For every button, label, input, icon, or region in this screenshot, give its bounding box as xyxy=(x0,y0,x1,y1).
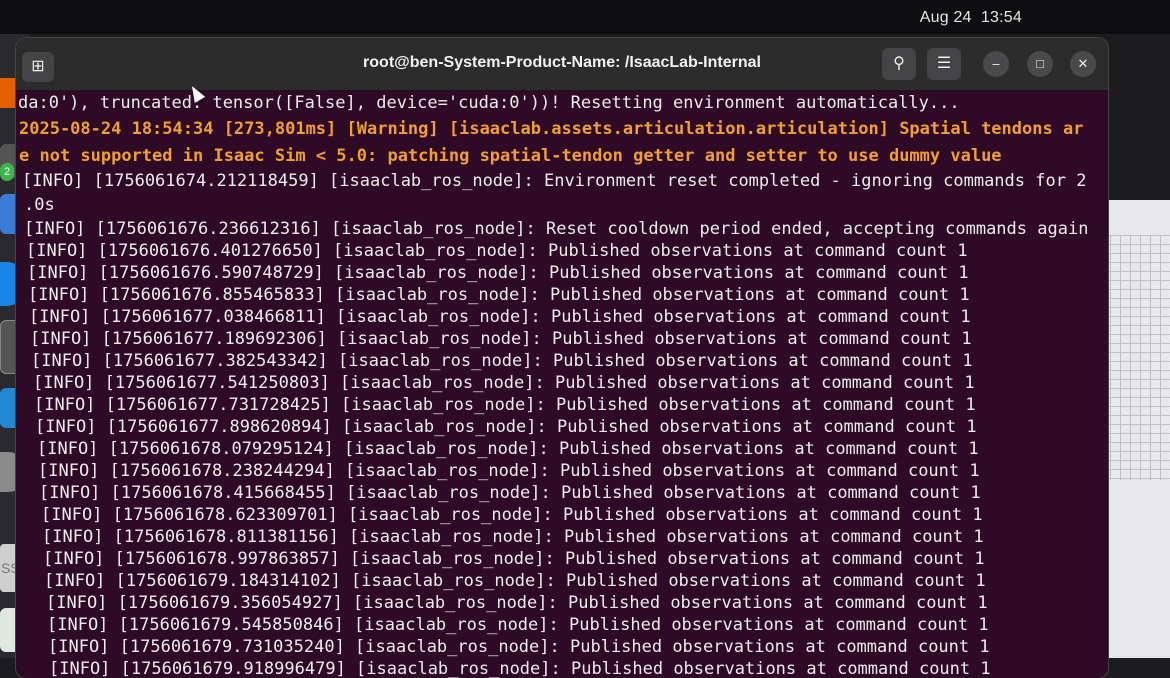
terminal-line: [INFO] [1756061677.541250803] [isaaclab_… xyxy=(33,373,975,393)
terminal-line: 2025-08-24 18:54:34 [273,801ms] [Warning… xyxy=(19,119,1084,139)
close-icon: ✕ xyxy=(1077,56,1089,71)
terminal-line: .0s xyxy=(24,195,55,215)
terminal-line: [INFO] [1756061679.731035240] [isaaclab_… xyxy=(48,637,990,657)
top-bar: Aug 24 13:54 xyxy=(0,0,1170,34)
terminal-line: [INFO] [1756061677.189692306] [isaaclab_… xyxy=(30,329,972,349)
minimize-button[interactable]: – xyxy=(983,51,1009,77)
terminal-output[interactable]: da:0'), truncated: tensor([False], devic… xyxy=(16,90,1108,678)
terminal-line: [INFO] [1756061677.382543342] [isaaclab_… xyxy=(31,351,973,371)
terminal-line: [INFO] [1756061674.212118459] [isaaclab_… xyxy=(22,171,1087,191)
terminal-line: [INFO] [1756061676.590748729] [isaaclab_… xyxy=(27,263,969,283)
terminal-line: [INFO] [1756061679.918996479] [isaaclab_… xyxy=(49,659,991,678)
terminal-window: ⊞ root@ben-System-Product-Name: /IsaacLa… xyxy=(16,38,1108,678)
terminal-line: e not supported in Isaac Sim < 5.0: patc… xyxy=(19,146,1002,166)
terminal-line: [INFO] [1756061678.238244294] [isaaclab_… xyxy=(38,461,980,481)
terminal-line: [INFO] [1756061678.415668455] [isaaclab_… xyxy=(39,483,981,503)
notification-badge: 2 xyxy=(0,163,14,181)
terminal-line: [INFO] [1756061679.184314102] [isaaclab_… xyxy=(44,571,986,591)
clock-time: 13:54 xyxy=(980,9,1022,26)
terminal-line: da:0'), truncated: tensor([False], devic… xyxy=(18,93,960,113)
maximize-button[interactable]: □ xyxy=(1027,51,1053,77)
hamburger-menu-icon: ☰ xyxy=(936,55,952,72)
terminal-line: [INFO] [1756061676.401276650] [isaaclab_… xyxy=(26,241,968,261)
clock-date: Aug 24 xyxy=(919,9,972,26)
terminal-line: [INFO] [1756061679.545850846] [isaaclab_… xyxy=(47,615,989,635)
search-button[interactable]: ⚲ xyxy=(882,48,916,80)
terminal-line: [INFO] [1756061677.731728425] [isaaclab_… xyxy=(34,395,976,415)
terminal-line: [INFO] [1756061678.997863857] [isaaclab_… xyxy=(43,549,985,569)
terminal-line: [INFO] [1756061677.898620894] [isaaclab_… xyxy=(35,417,977,437)
clock[interactable]: Aug 24 13:54 xyxy=(920,9,1022,27)
minimize-icon: – xyxy=(992,56,1000,71)
terminal-line: [INFO] [1756061679.356054927] [isaaclab_… xyxy=(46,593,988,613)
terminal-line: [INFO] [1756061676.855465833] [isaaclab_… xyxy=(28,285,970,305)
title-bar[interactable]: ⊞ root@ben-System-Product-Name: /IsaacLa… xyxy=(16,38,1108,90)
close-button[interactable]: ✕ xyxy=(1070,51,1096,77)
menu-button[interactable]: ☰ xyxy=(927,48,961,80)
terminal-line: [INFO] [1756061676.236612316] [isaaclab_… xyxy=(24,219,1089,239)
search-icon: ⚲ xyxy=(893,55,905,72)
terminal-line: [INFO] [1756061678.623309701] [isaaclab_… xyxy=(41,505,983,525)
terminal-line: [INFO] [1756061678.079295124] [isaaclab_… xyxy=(37,439,979,459)
terminal-line: [INFO] [1756061677.038466811] [isaaclab_… xyxy=(29,307,971,327)
maximize-icon: □ xyxy=(1036,56,1044,71)
terminal-line: [INFO] [1756061678.811381156] [isaaclab_… xyxy=(42,527,984,547)
